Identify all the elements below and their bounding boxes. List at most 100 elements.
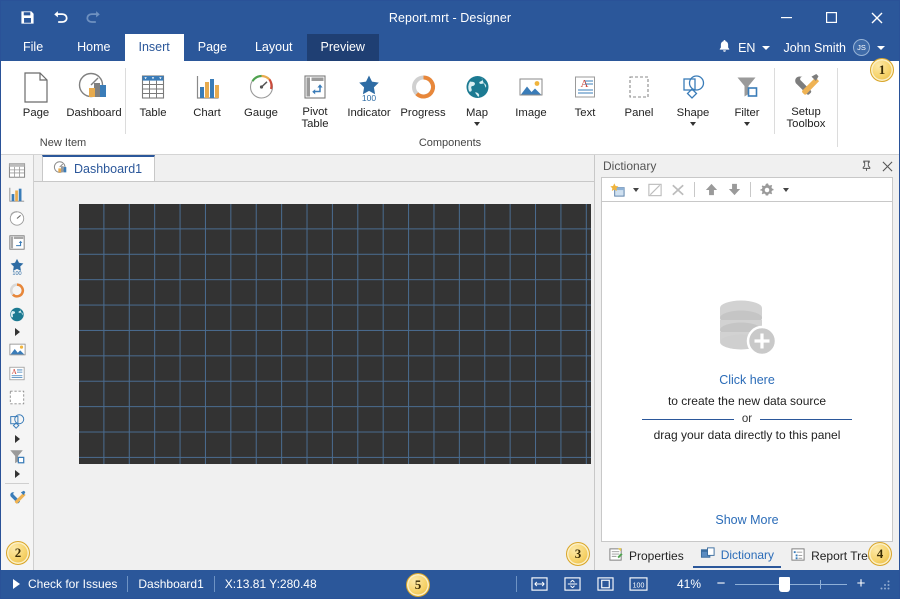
gear-icon[interactable]	[757, 180, 777, 200]
check-issues-play-icon[interactable]	[13, 579, 20, 589]
account-chevron-down-icon[interactable]	[877, 46, 885, 50]
ribbon-button-gauge[interactable]: Gauge	[234, 68, 288, 122]
tab-file[interactable]: File	[1, 34, 63, 61]
indicator-icon: 100	[355, 70, 383, 104]
dictionary-panel-header: Dictionary	[595, 155, 899, 177]
delete-icon	[668, 180, 688, 200]
ribbon-button-chart[interactable]: Chart	[180, 68, 234, 122]
check-for-issues-button[interactable]: Check for Issues	[28, 577, 127, 591]
designer-window: Report.mrt - Designer File Home Insert P…	[0, 0, 900, 599]
toolstrip-gauge[interactable]	[4, 207, 31, 230]
canvas-scroll-area[interactable]	[34, 182, 594, 570]
zoom-track[interactable]	[735, 584, 847, 585]
toolstrip-map[interactable]	[4, 303, 31, 326]
zoom-thumb[interactable]	[779, 577, 790, 592]
dictionary-or-divider: or	[642, 413, 852, 425]
ribbon-button-map[interactable]: Map	[450, 68, 504, 128]
toolstrip-filter-chevron-right-icon[interactable]	[15, 470, 20, 478]
ribbon-button-panel[interactable]: Panel	[612, 68, 666, 122]
toolstrip-image[interactable]	[4, 338, 31, 361]
report-tree-icon	[790, 547, 806, 565]
ribbon-button-filter[interactable]: Filter	[720, 68, 774, 128]
pin-icon[interactable]	[861, 160, 872, 172]
save-icon[interactable]	[17, 8, 37, 28]
ribbon-label-shape: Shape	[677, 107, 710, 120]
undo-icon[interactable]	[50, 8, 70, 28]
language-selector[interactable]: EN	[738, 41, 755, 55]
ribbon-button-page[interactable]: Page	[9, 68, 63, 122]
user-name[interactable]: John Smith	[783, 41, 846, 55]
toolstrip-pivot-table[interactable]	[4, 231, 31, 254]
dashboard-canvas[interactable]	[79, 204, 591, 464]
close-icon[interactable]	[882, 161, 893, 172]
ribbon-button-shape[interactable]: Shape	[666, 68, 720, 128]
ribbon-label-text: Text	[575, 107, 596, 120]
toolstrip-shape-chevron-right-icon[interactable]	[15, 435, 20, 443]
new-data-source-chevron-down-icon[interactable]	[633, 188, 639, 192]
ribbon-button-pivot-table[interactable]: PivotTable	[288, 68, 342, 132]
ribbon-button-progress[interactable]: Progress	[396, 68, 450, 122]
dictionary-toolbar-separator-1	[694, 182, 695, 197]
toolstrip-divider	[5, 483, 29, 484]
ribbon-button-setup-toolbox[interactable]: SetupToolbox	[775, 68, 837, 132]
ribbon-button-image[interactable]: Image	[504, 68, 558, 122]
shape-chevron-down-icon[interactable]	[690, 122, 696, 126]
arrow-up-icon[interactable]	[701, 180, 721, 200]
toolstrip-chart[interactable]	[4, 183, 31, 206]
toolstrip-panel[interactable]	[4, 386, 31, 409]
tab-report-tree[interactable]: Report Tree	[783, 544, 881, 568]
create-data-source-link[interactable]: Click here	[719, 373, 775, 387]
toolstrip-setup-toolbox[interactable]	[4, 487, 31, 510]
avatar[interactable]: JS	[853, 39, 870, 56]
maximize-button[interactable]	[809, 1, 854, 34]
tab-home[interactable]: Home	[63, 34, 124, 61]
close-button[interactable]	[854, 1, 899, 34]
tab-dictionary[interactable]: Dictionary	[693, 544, 781, 568]
ribbon-button-indicator[interactable]: 100 Indicator	[342, 68, 396, 122]
toolstrip-filter[interactable]	[4, 445, 31, 468]
toolstrip-shape[interactable]	[4, 410, 31, 433]
toolstrip-progress[interactable]	[4, 279, 31, 302]
zoom-in-button[interactable]: +	[851, 578, 871, 590]
zoom-slider[interactable]: − +	[711, 578, 871, 590]
window-controls	[764, 1, 899, 34]
ribbon-label-pivot-table: PivotTable	[301, 107, 328, 130]
settings-chevron-down-icon[interactable]	[783, 188, 789, 192]
ribbon-label-dashboard: Dashboard	[66, 107, 121, 120]
zoom-100-icon[interactable]: 100	[625, 574, 652, 594]
toolstrip-indicator[interactable]: 100	[4, 255, 31, 278]
redo-icon[interactable]	[83, 8, 103, 28]
new-data-source-icon[interactable]	[607, 180, 627, 200]
fit-page-icon[interactable]	[559, 574, 586, 594]
fit-width-icon[interactable]	[526, 574, 553, 594]
zoom-out-button[interactable]: −	[711, 578, 731, 590]
minimize-button[interactable]	[764, 1, 809, 34]
bell-icon[interactable]	[718, 39, 731, 56]
ribbon-button-text[interactable]: A Text	[558, 68, 612, 122]
show-more-link[interactable]: Show More	[602, 513, 892, 527]
toolstrip-map-chevron-right-icon[interactable]	[15, 328, 20, 336]
ribbon-button-table[interactable]: Table	[126, 68, 180, 122]
ribbon-button-dashboard[interactable]: Dashboard	[63, 68, 125, 122]
ribbon-label-chart: Chart	[193, 107, 221, 120]
status-right: 100 41% − +	[516, 574, 899, 594]
filter-chevron-down-icon[interactable]	[744, 122, 750, 126]
toolstrip-text[interactable]: A	[4, 362, 31, 385]
tab-page[interactable]: Page	[184, 34, 241, 61]
ribbon-separator-3	[837, 68, 838, 147]
map-chevron-down-icon[interactable]	[474, 122, 480, 126]
toolstrip-table[interactable]	[4, 159, 31, 182]
tab-properties[interactable]: Properties	[601, 544, 691, 568]
annotation-badge-2: 2	[6, 541, 30, 565]
arrow-down-icon[interactable]	[724, 180, 744, 200]
ribbon-label-map: Map	[466, 107, 488, 120]
tab-preview[interactable]: Preview	[307, 34, 379, 61]
svg-text:100: 100	[362, 93, 376, 103]
tab-insert[interactable]: Insert	[125, 34, 184, 61]
document-tab-dashboard1[interactable]: Dashboard1	[42, 155, 155, 181]
resize-grip[interactable]	[877, 577, 891, 591]
tab-layout[interactable]: Layout	[241, 34, 307, 61]
dictionary-toolbar	[601, 177, 893, 202]
language-chevron-down-icon[interactable]	[762, 46, 770, 50]
one-page-icon[interactable]	[592, 574, 619, 594]
